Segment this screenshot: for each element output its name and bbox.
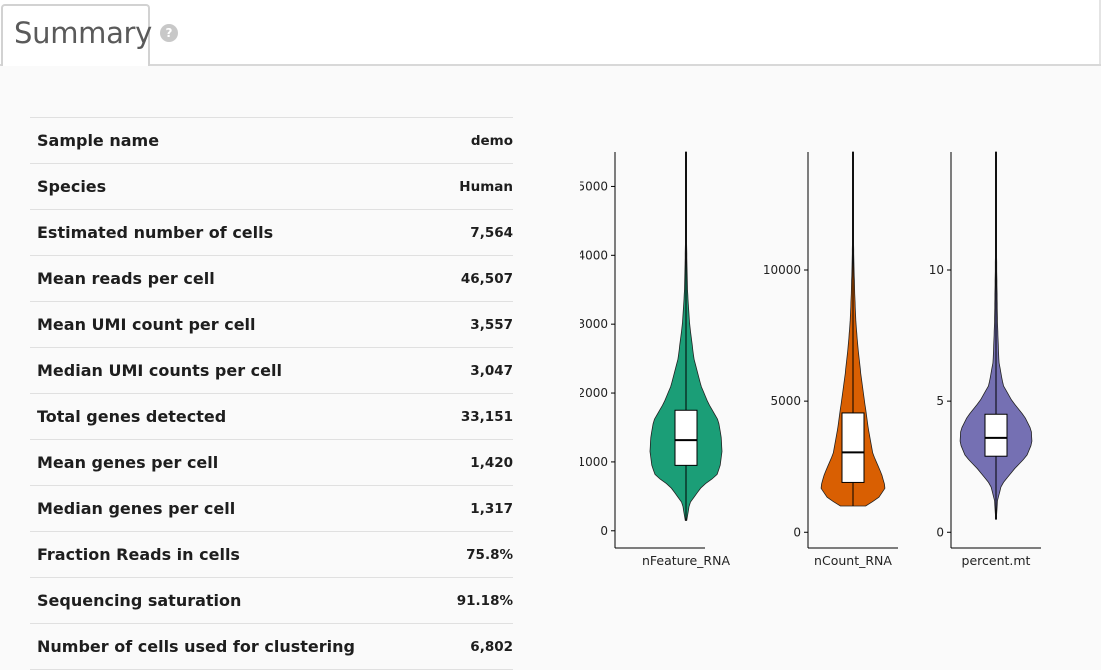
box-iqr	[984, 413, 1008, 457]
row-value: 7,564	[470, 224, 513, 241]
table-row: Number of cells used for clustering 6,802	[30, 624, 513, 670]
row-value: demo	[470, 132, 513, 149]
violin-plots-svg: 0 1000 2000 3000 4000 5000 nFeature_RNA 0 5000 10…	[577, 151, 1041, 568]
y-tick-label: 3000	[580, 317, 608, 331]
y-tick-label: 0	[793, 525, 801, 539]
summary-table: Sample name demo Species Human Estimated num…	[30, 117, 513, 670]
table-row: Mean UMI count per cell 3,557	[30, 302, 513, 348]
y-tick-label: 0	[936, 525, 944, 539]
row-value: 46,507	[460, 270, 513, 287]
table-row: Fraction Reads in cells 75.8%	[30, 532, 513, 578]
y-tick-label: 5	[936, 394, 944, 408]
y-tick-label: 4000	[580, 248, 608, 262]
row-value: 33,151	[460, 408, 513, 425]
table-row: Sample name demo	[30, 118, 513, 164]
table-row: Total genes detected 33,151	[30, 394, 513, 440]
row-label: Total genes detected	[37, 407, 227, 426]
row-value: 6,802	[470, 638, 513, 655]
row-label: Mean genes per cell	[37, 453, 219, 472]
table-row: Median UMI counts per cell 3,047	[30, 348, 513, 394]
y-tick-label: 10	[929, 263, 944, 277]
x-axis-label: nCount_RNA	[814, 553, 892, 568]
y-tick-label: 5000	[580, 179, 608, 193]
x-axis-label: nFeature_RNA	[642, 553, 730, 568]
header-bar: Summary ?	[0, 0, 1101, 66]
row-value: 75.8%	[466, 546, 513, 563]
y-tick-label: 5000	[770, 394, 801, 408]
table-row: Species Human	[30, 164, 513, 210]
row-label: Median UMI counts per cell	[37, 361, 282, 380]
row-label: Mean UMI count per cell	[37, 315, 256, 334]
tab-summary[interactable]: Summary	[1, 4, 153, 66]
box-iqr	[841, 412, 865, 483]
question-circle-icon[interactable]: ?	[160, 24, 178, 42]
row-label: Median genes per cell	[37, 499, 236, 518]
row-label: Estimated number of cells	[37, 223, 274, 242]
row-value: 1,317	[470, 500, 513, 517]
row-value: 3,047	[470, 362, 513, 379]
row-label: Sample name	[37, 131, 160, 150]
row-label: Species	[37, 177, 107, 196]
table-row: Median genes per cell 1,317	[30, 486, 513, 532]
table-row: Estimated number of cells 7,564	[30, 210, 513, 256]
violin-plots: 0 1000 2000 3000 4000 5000 nFeature_RNA 0 5000 10…	[577, 140, 1060, 580]
row-label: Sequencing saturation	[37, 591, 242, 610]
y-tick-label: 0	[600, 524, 608, 538]
table-row: Mean genes per cell 1,420	[30, 440, 513, 486]
row-value: 1,420	[470, 454, 513, 471]
row-value: Human	[459, 178, 513, 195]
row-value: 3,557	[470, 316, 513, 333]
row-label: Fraction Reads in cells	[37, 545, 240, 564]
y-tick-label: 1000	[580, 455, 608, 469]
box-iqr	[674, 409, 698, 466]
table-row: Mean reads per cell 46,507	[30, 256, 513, 302]
row-value: 91.18%	[456, 592, 513, 609]
y-tick-label: 2000	[580, 386, 608, 400]
row-label: Number of cells used for clustering	[37, 637, 355, 656]
table-row: Sequencing saturation 91.18%	[30, 578, 513, 624]
tab-title: Summary	[14, 16, 153, 50]
y-tick-label: 10000	[763, 263, 801, 277]
x-axis-label: percent.mt	[962, 553, 1031, 568]
row-label: Mean reads per cell	[37, 269, 215, 288]
